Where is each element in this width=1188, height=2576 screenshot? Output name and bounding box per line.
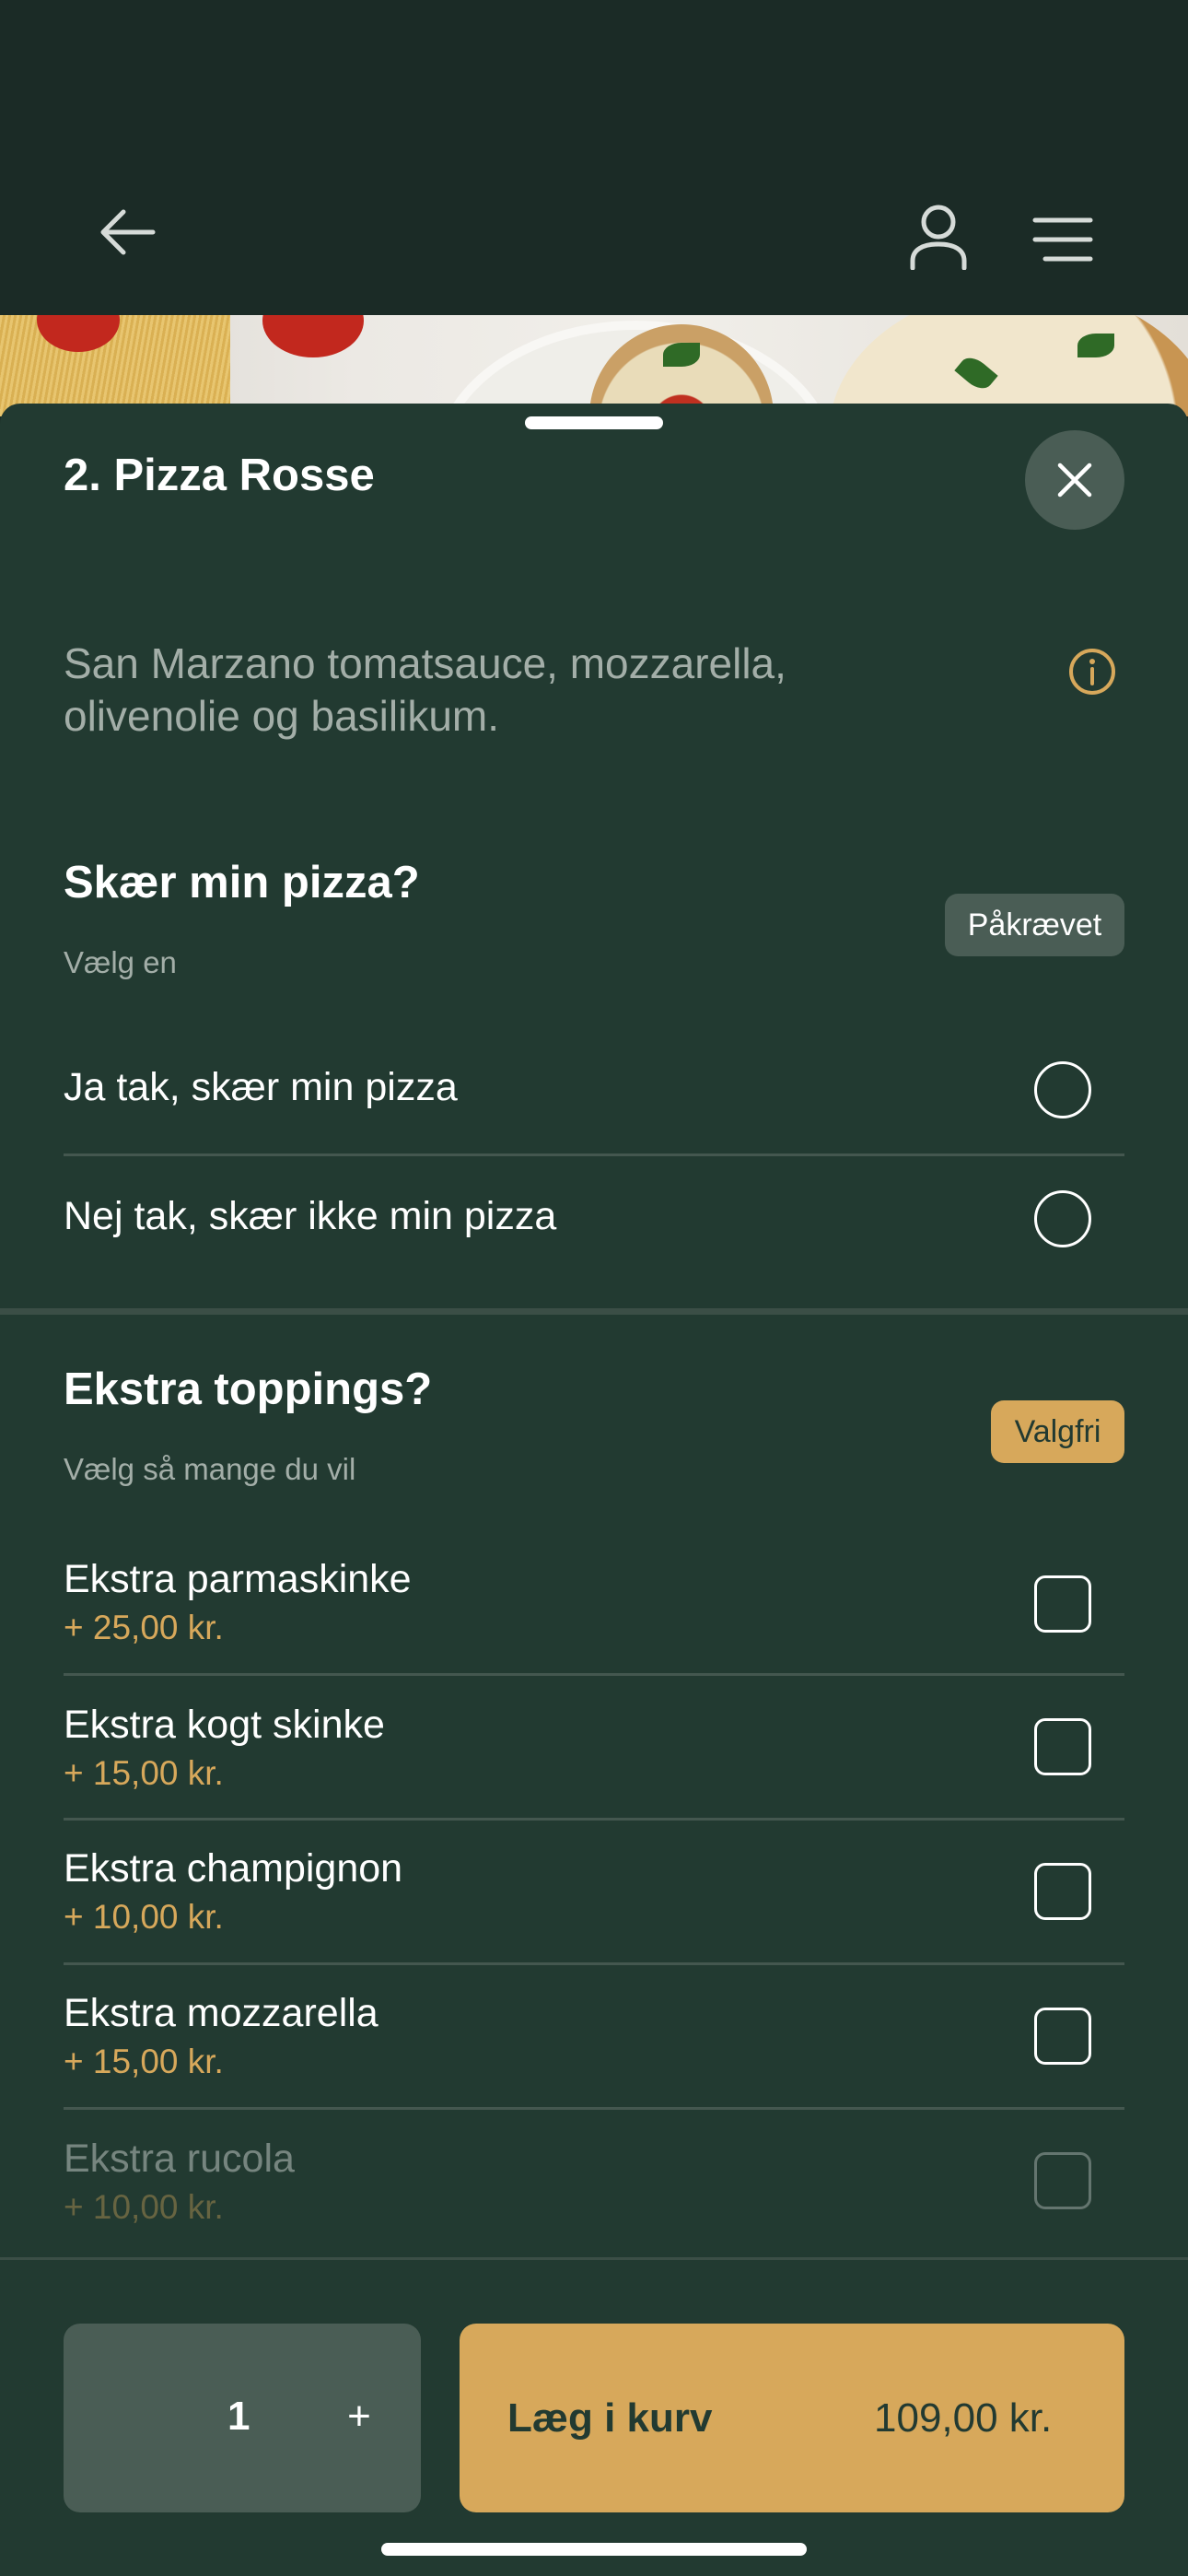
- back-button[interactable]: [88, 193, 166, 271]
- toppings-group-subtitle: Vælg så mange du vil: [64, 1452, 356, 1486]
- topping-option[interactable]: Ekstra parmaskinke + 25,00 kr.: [64, 1529, 1124, 1676]
- arrow-left-icon: [100, 209, 156, 255]
- hero-pizza: [829, 315, 1188, 416]
- checkbox[interactable]: [1034, 1863, 1091, 1920]
- hamburger-menu-icon: [1032, 217, 1093, 262]
- hero-tomato: [262, 315, 364, 357]
- topping-label: Ekstra parmaskinke: [64, 1557, 412, 1601]
- topping-option[interactable]: Ekstra champignon + 10,00 kr.: [64, 1820, 1124, 1965]
- checkbox[interactable]: [1034, 1718, 1091, 1775]
- top-navigation-bar: [0, 0, 1188, 315]
- cut-group-title: Skær min pizza?: [64, 858, 420, 907]
- topping-price: + 25,00 kr.: [64, 1609, 224, 1646]
- product-title: 2. Pizza Rosse: [64, 451, 375, 500]
- hero-leaf: [1077, 334, 1114, 357]
- optional-badge: Valgfri: [991, 1400, 1124, 1463]
- total-price: 109,00 kr.: [874, 2395, 1053, 2441]
- add-to-cart-label: Læg i kurv: [507, 2395, 713, 2441]
- topping-label: Ekstra champignon: [64, 1846, 403, 1891]
- topping-label: Ekstra kogt skinke: [64, 1703, 385, 1747]
- topping-price: + 15,00 kr.: [64, 1754, 224, 1792]
- radio-button[interactable]: [1034, 1190, 1091, 1247]
- info-icon[interactable]: [1068, 648, 1116, 696]
- home-indicator: [381, 2543, 807, 2556]
- topping-price: + 15,00 kr.: [64, 2043, 224, 2080]
- topping-option[interactable]: Ekstra mozzarella + 15,00 kr.: [64, 1964, 1124, 2110]
- quantity-value: 1: [227, 2394, 250, 2439]
- product-description: San Marzano tomatsauce, mozzarella, oliv…: [64, 639, 786, 740]
- topping-price: + 10,00 kr.: [64, 1898, 224, 1936]
- sheet-grabber[interactable]: [525, 416, 663, 429]
- cut-option-no[interactable]: Nej tak, skær ikke min pizza: [64, 1155, 1124, 1294]
- option-label: Nej tak, skær ikke min pizza: [64, 1194, 557, 1238]
- toppings-group-title: Ekstra toppings?: [64, 1364, 433, 1414]
- account-button[interactable]: [897, 195, 980, 278]
- hero-leaf: [663, 343, 700, 367]
- topping-label: Ekstra mozzarella: [64, 1991, 379, 2035]
- cut-option-yes[interactable]: Ja tak, skær min pizza: [64, 1013, 1124, 1156]
- cut-group-subtitle: Vælg en: [64, 945, 177, 979]
- topping-option[interactable]: Ekstra rucola + 10,00 kr.: [64, 2109, 1124, 2254]
- topping-price: + 10,00 kr.: [64, 2188, 224, 2226]
- close-button[interactable]: [1025, 430, 1124, 530]
- user-icon: [910, 205, 967, 270]
- required-badge: Påkrævet: [945, 894, 1124, 956]
- section-divider: [0, 1308, 1188, 1315]
- menu-button[interactable]: [1024, 203, 1101, 276]
- checkbox[interactable]: [1034, 2008, 1091, 2065]
- topping-label: Ekstra rucola: [64, 2137, 295, 2181]
- topping-option[interactable]: Ekstra kogt skinke + 15,00 kr.: [64, 1675, 1124, 1821]
- hero-image: [0, 315, 1188, 416]
- radio-button[interactable]: [1034, 1061, 1091, 1118]
- checkbox[interactable]: [1034, 1575, 1091, 1633]
- increment-button[interactable]: +: [327, 2384, 391, 2449]
- checkbox[interactable]: [1034, 2152, 1091, 2209]
- option-label: Ja tak, skær min pizza: [64, 1065, 458, 1109]
- close-icon: [1057, 463, 1092, 498]
